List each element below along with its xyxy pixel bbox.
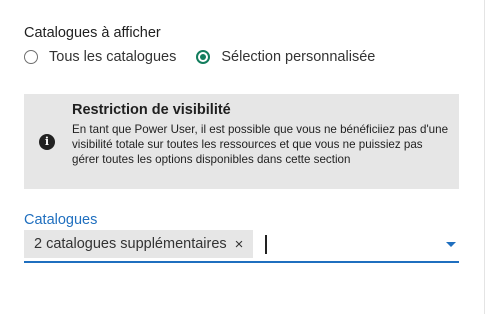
radio-custom-selection[interactable]: Sélection personnalisée	[196, 49, 375, 65]
selected-catalogues-chip: 2 catalogues supplémentaires ×	[24, 230, 254, 258]
chevron-down-icon[interactable]	[446, 242, 456, 247]
notice-text: En tant que Power User, il est possible …	[72, 123, 449, 166]
radio-all-catalogues-label[interactable]: Tous les catalogues	[49, 49, 176, 65]
radio-unchecked-icon[interactable]	[24, 50, 38, 64]
radio-all-catalogues[interactable]: Tous les catalogues	[24, 49, 176, 65]
radio-checked-icon[interactable]	[196, 50, 211, 64]
visibility-restriction-notice: i Restriction de visibilité En tant que …	[24, 94, 459, 189]
catalogue-settings-panel: Catalogues à afficher Tous les catalogue…	[0, 0, 485, 314]
catalogues-field-label: Catalogues	[24, 212, 98, 228]
section-title: Catalogues à afficher	[24, 25, 161, 41]
notice-title: Restriction de visibilité	[72, 102, 231, 118]
text-cursor	[265, 235, 267, 254]
radio-custom-selection-label[interactable]: Sélection personnalisée	[221, 49, 375, 65]
close-icon[interactable]: ×	[235, 237, 244, 252]
info-icon: i	[39, 134, 55, 150]
chip-label: 2 catalogues supplémentaires	[34, 236, 227, 252]
catalogue-scope-radio-group: Tous les catalogues Sélection personnali…	[24, 48, 395, 66]
catalogues-select[interactable]: 2 catalogues supplémentaires ×	[24, 230, 459, 263]
